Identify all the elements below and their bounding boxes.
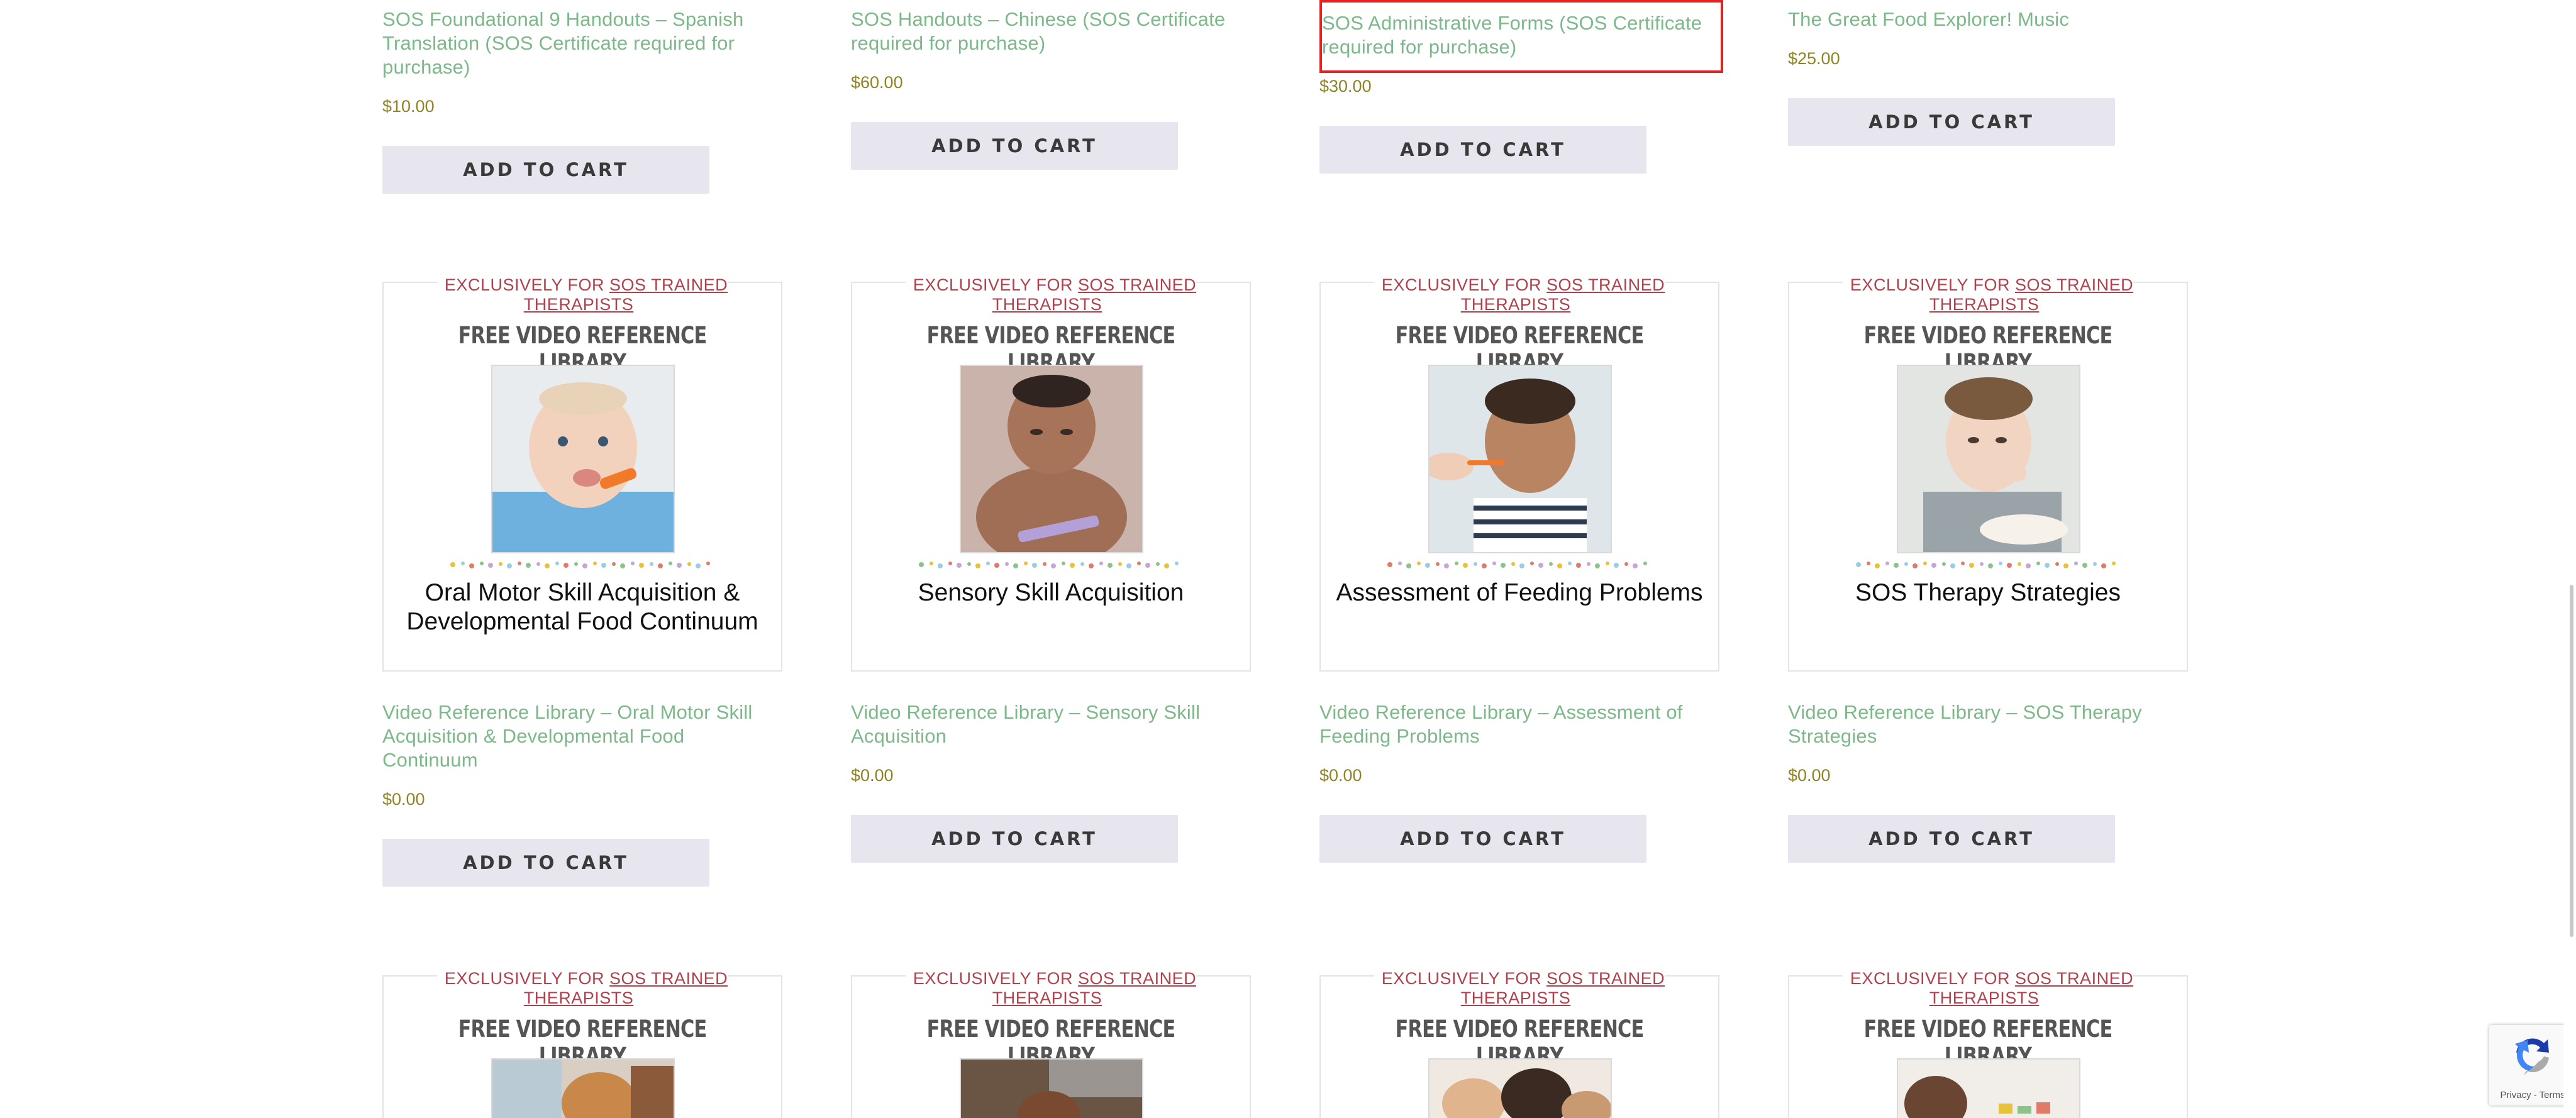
add-to-cart-button[interactable]: ADD TO CART — [1319, 815, 1646, 863]
confetti-dots-divider — [1856, 562, 2116, 568]
product-title-link[interactable]: SOS Foundational 9 Handouts – Spanish Tr… — [382, 8, 782, 79]
video-library-card[interactable]: EXCLUSIVELY FOR SOS TRAINED THERAPISTS F… — [1788, 275, 2188, 672]
product-item: Video Reference Library – SOS Therapy St… — [1788, 700, 2188, 863]
baby-carrot-photo — [491, 365, 675, 553]
card-caption: Assessment of Feeding Problems — [1336, 579, 1703, 606]
product-price: $0.00 — [382, 790, 425, 809]
product-item: The Great Food Explorer! Music $25.00 AD… — [1788, 8, 2188, 146]
exclusive-banner: EXCLUSIVELY FOR SOS TRAINED THERAPISTS — [1789, 275, 2187, 314]
exclusive-banner: EXCLUSIVELY FOR SOS TRAINED THERAPISTS — [1321, 275, 1718, 314]
product-title-link[interactable]: SOS Handouts – Chinese (SOS Certificate … — [851, 8, 1251, 55]
exclusive-banner: EXCLUSIVELY FOR SOS TRAINED THERAPISTS — [852, 275, 1250, 314]
product-price: $0.00 — [1788, 766, 1831, 785]
add-to-cart-button[interactable]: ADD TO CART — [382, 146, 709, 194]
exclusive-banner: EXCLUSIVELY FOR SOS TRAINED THERAPISTS — [1789, 969, 2187, 1008]
card-caption: Sensory Skill Acquisition — [918, 579, 1184, 606]
product-item: Video Reference Library – Sensory Skill … — [851, 700, 1251, 863]
exclusive-prefix: EXCLUSIVELY FOR — [1850, 969, 2011, 988]
child-eating-photo — [1897, 365, 2080, 553]
product-price: $10.00 — [382, 97, 435, 116]
exclusive-banner: EXCLUSIVELY FOR SOS TRAINED THERAPISTS — [852, 969, 1250, 1008]
vertical-scrollbar[interactable] — [2563, 0, 2576, 1118]
exclusive-prefix: EXCLUSIVELY FOR — [1850, 275, 2011, 294]
product-price: $0.00 — [1319, 766, 1362, 785]
exclusive-prefix: EXCLUSIVELY FOR — [444, 969, 605, 988]
video-library-card[interactable]: EXCLUSIVELY FOR SOS TRAINED THERAPISTS F… — [1319, 275, 1719, 672]
product-title-link[interactable]: Video Reference Library – SOS Therapy St… — [1788, 700, 2188, 748]
video-library-card[interactable]: EXCLUSIVELY FOR SOS TRAINED THERAPISTS F… — [851, 275, 1251, 672]
product-item: SOS Foundational 9 Handouts – Spanish Tr… — [382, 8, 782, 194]
therapist-child-photo — [491, 1058, 675, 1118]
video-library-card[interactable]: EXCLUSIVELY FOR SOS TRAINED THERAPISTS F… — [1788, 969, 2188, 1118]
video-library-card[interactable]: EXCLUSIVELY FOR SOS TRAINED THERAPISTS F… — [382, 275, 782, 672]
kitchen-scene-photo — [960, 1058, 1143, 1118]
children-group-photo — [1428, 1058, 1612, 1118]
add-to-cart-button[interactable]: ADD TO CART — [1788, 815, 2115, 863]
product-item: Video Reference Library – Oral Motor Ski… — [382, 700, 782, 887]
exclusive-banner: EXCLUSIVELY FOR SOS TRAINED THERAPISTS — [384, 275, 781, 314]
product-price: $60.00 — [851, 73, 903, 92]
video-library-card[interactable]: EXCLUSIVELY FOR SOS TRAINED THERAPISTS F… — [1319, 969, 1719, 1118]
product-title-link[interactable]: The Great Food Explorer! Music — [1788, 8, 2188, 31]
product-title-link[interactable]: Video Reference Library – Assessment of … — [1319, 700, 1719, 748]
exclusive-prefix: EXCLUSIVELY FOR — [1381, 275, 1542, 294]
product-item: Video Reference Library – Assessment of … — [1319, 700, 1719, 863]
exclusive-prefix: EXCLUSIVELY FOR — [444, 275, 605, 294]
exclusive-prefix: EXCLUSIVELY FOR — [913, 969, 1074, 988]
scrollbar-thumb[interactable] — [2570, 585, 2573, 937]
card-caption: Oral Motor Skill Acquisition & Developme… — [406, 579, 758, 635]
product-price: $25.00 — [1788, 49, 1840, 68]
product-title-link[interactable]: Video Reference Library – Oral Motor Ski… — [382, 700, 782, 772]
video-library-card[interactable]: EXCLUSIVELY FOR SOS TRAINED THERAPISTS F… — [382, 969, 782, 1118]
selection-highlight — [1319, 0, 1723, 73]
add-to-cart-button[interactable]: ADD TO CART — [1319, 126, 1646, 174]
product-item: SOS Handouts – Chinese (SOS Certificate … — [851, 8, 1251, 170]
exclusive-banner: EXCLUSIVELY FOR SOS TRAINED THERAPISTS — [384, 969, 781, 1008]
baby-playing-photo — [960, 365, 1143, 553]
shop-page: SOS Foundational 9 Handouts – Spanish Tr… — [0, 0, 2576, 1118]
exclusive-prefix: EXCLUSIVELY FOR — [1381, 969, 1542, 988]
exclusive-prefix: EXCLUSIVELY FOR — [913, 275, 1074, 294]
product-price: $0.00 — [851, 766, 894, 785]
toys-table-photo — [1897, 1058, 2080, 1118]
add-to-cart-button[interactable]: ADD TO CART — [1788, 98, 2115, 146]
confetti-dots-divider — [1387, 562, 1647, 568]
add-to-cart-button[interactable]: ADD TO CART — [851, 815, 1178, 863]
confetti-dots-divider — [919, 562, 1179, 568]
exclusive-banner: EXCLUSIVELY FOR SOS TRAINED THERAPISTS — [1321, 969, 1718, 1008]
product-price: $30.00 — [1319, 77, 1372, 96]
toddler-spoon-photo — [1428, 365, 1612, 553]
confetti-dots-divider — [450, 562, 710, 568]
video-library-card[interactable]: EXCLUSIVELY FOR SOS TRAINED THERAPISTS F… — [851, 969, 1251, 1118]
card-caption: SOS Therapy Strategies — [1855, 579, 2121, 606]
add-to-cart-button[interactable]: ADD TO CART — [851, 122, 1178, 170]
add-to-cart-button[interactable]: ADD TO CART — [382, 839, 709, 887]
product-title-link[interactable]: Video Reference Library – Sensory Skill … — [851, 700, 1251, 748]
